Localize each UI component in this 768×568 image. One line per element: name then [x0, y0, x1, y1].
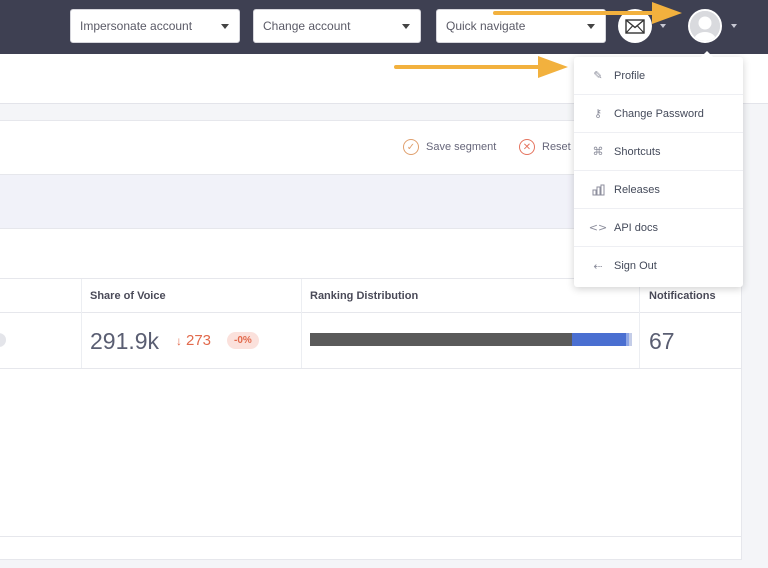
- notifications-value[interactable]: 67: [649, 328, 675, 355]
- user-avatar-button[interactable]: [688, 9, 722, 43]
- impersonate-account-select[interactable]: Impersonate account: [70, 9, 240, 43]
- user-avatar-icon: [690, 11, 720, 41]
- menu-item-releases[interactable]: Releases: [574, 171, 743, 209]
- menu-item-shortcuts[interactable]: ⌘ Shortcuts: [574, 133, 743, 171]
- mail-button[interactable]: [618, 9, 652, 43]
- arrow-down-icon: ↓: [176, 334, 182, 348]
- close-circle-icon: ✕: [519, 139, 535, 155]
- menu-item-label: Profile: [614, 69, 646, 82]
- delta-value: 273: [186, 332, 212, 349]
- command-icon: ⌘: [592, 145, 604, 158]
- menu-item-profile[interactable]: ✎ Profile: [574, 57, 743, 95]
- menu-item-label: Change Password: [614, 107, 704, 120]
- menu-item-change-password[interactable]: ⚷ Change Password: [574, 95, 743, 133]
- save-segment-label: Save segment: [426, 141, 497, 153]
- chevron-down-icon[interactable]: [660, 24, 666, 28]
- header-ranking-distribution[interactable]: Ranking Distribution: [310, 290, 418, 302]
- releases-icon: [591, 184, 605, 196]
- top-navigation-bar: Impersonate account Change account Quick…: [0, 0, 768, 54]
- share-of-voice-delta: ↓ 273: [176, 332, 211, 349]
- share-of-voice-value: 291.9k: [90, 328, 160, 354]
- table-row[interactable]: 291.9k ↓ 273 -0% 67: [0, 313, 742, 369]
- row-toggle[interactable]: [0, 333, 6, 347]
- check-circle-icon: ✓: [403, 139, 419, 155]
- header-notifications[interactable]: Notifications: [649, 290, 716, 302]
- menu-item-label: Sign Out: [614, 260, 657, 272]
- user-menu-dropdown: ✎ Profile ⚷ Change Password ⌘ Shortcuts …: [574, 51, 743, 287]
- save-segment-button[interactable]: ✓ Save segment: [403, 139, 496, 155]
- ranking-segment-4[interactable]: [628, 333, 632, 346]
- impersonate-account-label: Impersonate account: [80, 19, 193, 33]
- ranking-segment-2[interactable]: [572, 333, 626, 346]
- menu-item-sign-out[interactable]: ⇠ Sign Out: [574, 247, 743, 285]
- change-account-select[interactable]: Change account: [253, 9, 421, 43]
- chevron-down-icon[interactable]: [731, 24, 737, 28]
- divider: [0, 536, 742, 537]
- key-icon: ⚷: [593, 107, 603, 120]
- change-account-label: Change account: [263, 19, 351, 33]
- pencil-icon: ✎: [593, 69, 603, 82]
- reset-button[interactable]: ✕ Reset: [519, 139, 571, 155]
- header-share-of-voice[interactable]: Share of Voice: [90, 290, 166, 302]
- chevron-down-icon: [402, 24, 410, 29]
- quick-navigate-select[interactable]: Quick navigate: [436, 9, 606, 43]
- chevron-down-icon: [587, 24, 595, 29]
- chevron-down-icon: [221, 24, 229, 29]
- ranking-distribution-bar[interactable]: [310, 333, 632, 346]
- code-icon: <>: [588, 221, 608, 234]
- mail-icon: [625, 18, 645, 34]
- quick-navigate-label: Quick navigate: [446, 19, 526, 33]
- menu-item-label: Releases: [614, 183, 660, 196]
- menu-item-label: Shortcuts: [614, 145, 661, 158]
- menu-item-api-docs[interactable]: <> API docs: [574, 209, 743, 247]
- reset-label: Reset: [542, 141, 571, 153]
- menu-item-label: API docs: [614, 221, 659, 234]
- ranking-segment-1[interactable]: [310, 333, 573, 346]
- sign-out-icon: ⇠: [593, 259, 603, 273]
- delta-percent-badge: -0%: [227, 332, 259, 349]
